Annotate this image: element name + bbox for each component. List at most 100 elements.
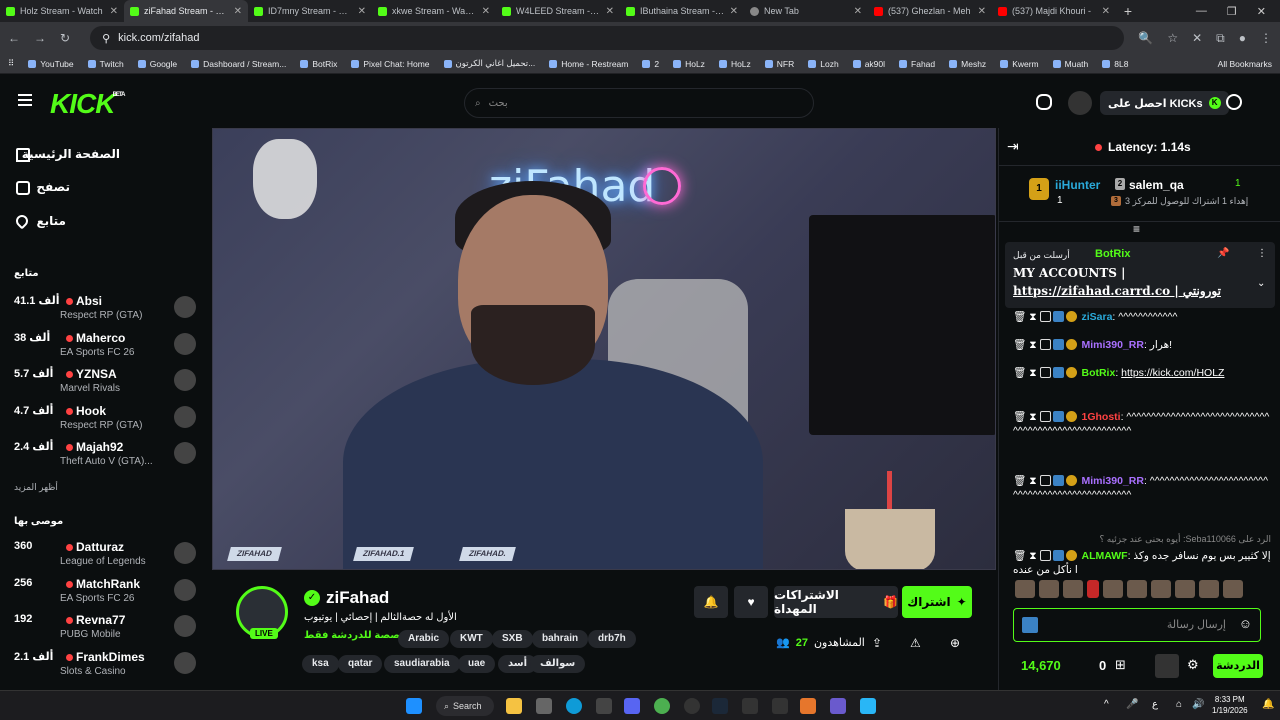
timeout-icon[interactable]: ⧗ xyxy=(1029,367,1036,379)
bookmark-item[interactable]: Dashboard / Stream... xyxy=(191,59,286,69)
bookmark-item[interactable]: Pixel Chat: Home xyxy=(351,59,430,69)
stream-tag[interactable]: saudiarabia xyxy=(384,655,460,673)
gift-subs-button[interactable]: الاشتراكات المهداة 🎁 xyxy=(774,586,898,618)
get-kicks-button[interactable]: احصل على KICKs K xyxy=(1100,91,1229,115)
bookmark-item[interactable]: HoLz xyxy=(673,59,705,69)
gifter-name[interactable]: salem_qa xyxy=(1129,178,1184,192)
nav-home[interactable]: الصفحة الرئيسية xyxy=(22,147,120,161)
emoji-icon[interactable]: ☺ xyxy=(1239,616,1252,631)
site-info-icon[interactable]: ⚲ xyxy=(102,32,110,45)
bookmark-item[interactable]: تحميل اغاني الكرتون... xyxy=(443,58,535,69)
extensions-icon[interactable]: ⧉ xyxy=(1216,31,1225,46)
sidebar-channel[interactable]: 360 Datturaz League of Legends xyxy=(0,538,210,574)
volume-icon[interactable]: 🔊 xyxy=(1192,699,1204,710)
close-window-icon[interactable]: ✕ xyxy=(1257,5,1266,18)
close-tab-icon[interactable]: ✕ xyxy=(234,6,242,17)
bookmark-star-icon[interactable]: ☆ xyxy=(1167,31,1178,45)
emote[interactable] xyxy=(1039,580,1059,598)
gifter-name[interactable]: iiHunter xyxy=(1055,178,1100,192)
nav-browse[interactable]: تصفح xyxy=(36,180,70,194)
share-icon[interactable]: ⇪ xyxy=(872,636,882,650)
pinned-user[interactable]: BotRix xyxy=(1095,248,1130,260)
browser-tab[interactable]: ID7mny Stream - Wat ✕ xyxy=(248,0,372,22)
bookmark-item[interactable]: ak90l xyxy=(852,59,885,69)
timeout-icon[interactable]: ⧗ xyxy=(1029,475,1036,487)
bookmark-item[interactable]: Kwerm xyxy=(1000,59,1039,69)
sidebar-channel[interactable]: 4.7 ألف Hook Respect RP (GTA) xyxy=(0,402,210,438)
browser-tab[interactable]: xkwe Stream - Watch ✕ xyxy=(372,0,496,22)
zoom-icon[interactable]: 🔍 xyxy=(1138,31,1153,45)
chat-username[interactable]: Mimi390_RR xyxy=(1081,339,1143,351)
more-icon[interactable]: ⋮ xyxy=(1257,248,1267,259)
bookmark-item[interactable]: Muath xyxy=(1052,59,1088,69)
search-input[interactable]: ⌕ بحث xyxy=(464,88,814,118)
mute-icon[interactable]: ✕ xyxy=(1192,31,1202,45)
maximize-icon[interactable]: ❐ xyxy=(1227,5,1237,18)
stream-tag[interactable]: bahrain xyxy=(532,630,589,648)
browser-tab[interactable]: New Tab ✕ xyxy=(744,0,868,22)
bookmark-item[interactable]: BotRix xyxy=(300,59,337,69)
apps-icon[interactable]: ⠿ xyxy=(8,58,14,69)
kick-logo[interactable]: KICK BETA xyxy=(50,88,125,120)
minimize-icon[interactable]: — xyxy=(1196,5,1207,17)
address-bar[interactable]: ⚲ kick.com/zifahad xyxy=(90,26,1125,50)
emote[interactable] xyxy=(1151,580,1171,598)
edge-icon[interactable] xyxy=(566,698,582,714)
close-tab-icon[interactable]: ✕ xyxy=(110,6,118,17)
emote[interactable] xyxy=(1127,580,1147,598)
browser-tab[interactable]: (537) Ghezlan - Meh ✕ xyxy=(868,0,992,22)
show-more-link[interactable]: أظهر المزيد xyxy=(14,482,58,493)
emote[interactable] xyxy=(1199,580,1219,598)
sidebar-channel[interactable]: 5.7 ألف YZNSA Marvel Rivals xyxy=(0,365,210,401)
notification-icon[interactable] xyxy=(1226,94,1242,110)
file-explorer-icon[interactable] xyxy=(506,698,522,714)
emote[interactable] xyxy=(1223,580,1243,598)
pinned-link[interactable]: https://zifahad.carrd.co | تورونتي xyxy=(1013,284,1221,298)
browser-tab[interactable]: W4LEED Stream - Wa ✕ xyxy=(496,0,620,22)
close-tab-icon[interactable]: ✕ xyxy=(482,6,490,17)
all-bookmarks[interactable]: All Bookmarks xyxy=(1218,59,1272,69)
app-icon[interactable] xyxy=(800,698,816,714)
sidebar-channel[interactable]: 256 MatchRank EA Sports FC 26 xyxy=(0,575,210,611)
stream-tag[interactable]: uae xyxy=(458,655,496,673)
chat-input[interactable]: إرسال رسالة ☺ xyxy=(1013,608,1261,642)
close-tab-icon[interactable]: ✕ xyxy=(358,6,366,17)
emote[interactable] xyxy=(1015,580,1035,598)
windows-start-icon[interactable] xyxy=(406,698,422,714)
chevron-down-icon[interactable]: ⌄ xyxy=(1257,278,1265,289)
clock[interactable]: 8:33 PM 1/19/2026 xyxy=(1212,694,1248,716)
channel-points[interactable]: 14,670 xyxy=(1021,658,1061,673)
forward-icon[interactable]: → xyxy=(34,31,46,45)
network-icon[interactable]: ⌂ xyxy=(1176,699,1182,710)
user-add-icon[interactable]: ⊕ xyxy=(950,636,960,650)
stream-tag[interactable]: KWT xyxy=(450,630,493,648)
chat-username[interactable]: ziSara xyxy=(1081,311,1112,323)
stream-tag[interactable]: سوالف xyxy=(530,655,586,673)
video-player[interactable]: ziFahad ZIFAHAD ZIFAHAD.1 ZIFAHAD. xyxy=(212,128,996,570)
discord-icon[interactable] xyxy=(624,698,640,714)
sidebar-channel[interactable]: 2.4 ألف Majah92 Theft Auto V (GTA)... xyxy=(0,438,210,474)
browser-tab[interactable]: (537) Majdi Khouri - ✕ xyxy=(992,0,1116,22)
settings-icon[interactable]: ⚙ xyxy=(1187,657,1199,673)
timeout-icon[interactable]: ⧗ xyxy=(1029,311,1036,323)
delete-icon[interactable]: 🗑 xyxy=(1013,367,1026,379)
stream-tag[interactable]: ksa xyxy=(302,655,339,673)
stream-tag[interactable]: qatar xyxy=(338,655,383,673)
send-chat-button[interactable]: الدردشة xyxy=(1213,654,1263,678)
language-indicator[interactable]: ع xyxy=(1152,699,1158,710)
sidebar-channel[interactable]: 2.1 ألف FrankDimes Slots & Casino xyxy=(0,648,210,684)
delete-icon[interactable]: 🗑 xyxy=(1013,550,1026,562)
menu-icon[interactable] xyxy=(18,94,32,106)
bookmark-item[interactable]: 2 xyxy=(642,59,659,69)
profile-avatar[interactable]: ● xyxy=(1239,31,1246,45)
emote[interactable] xyxy=(1087,580,1099,598)
user-badge-icon[interactable] xyxy=(1155,654,1179,678)
bookmark-item[interactable]: Google xyxy=(137,59,177,69)
emote[interactable] xyxy=(1063,580,1083,598)
app-icon[interactable] xyxy=(772,698,788,714)
subscribe-button[interactable]: اشتراك ✦ xyxy=(902,586,972,618)
close-tab-icon[interactable]: ✕ xyxy=(1102,6,1110,17)
bookmark-item[interactable]: Meshz xyxy=(949,59,986,69)
bookmark-item[interactable]: YouTube xyxy=(28,59,74,69)
user-avatar[interactable] xyxy=(1068,91,1092,115)
